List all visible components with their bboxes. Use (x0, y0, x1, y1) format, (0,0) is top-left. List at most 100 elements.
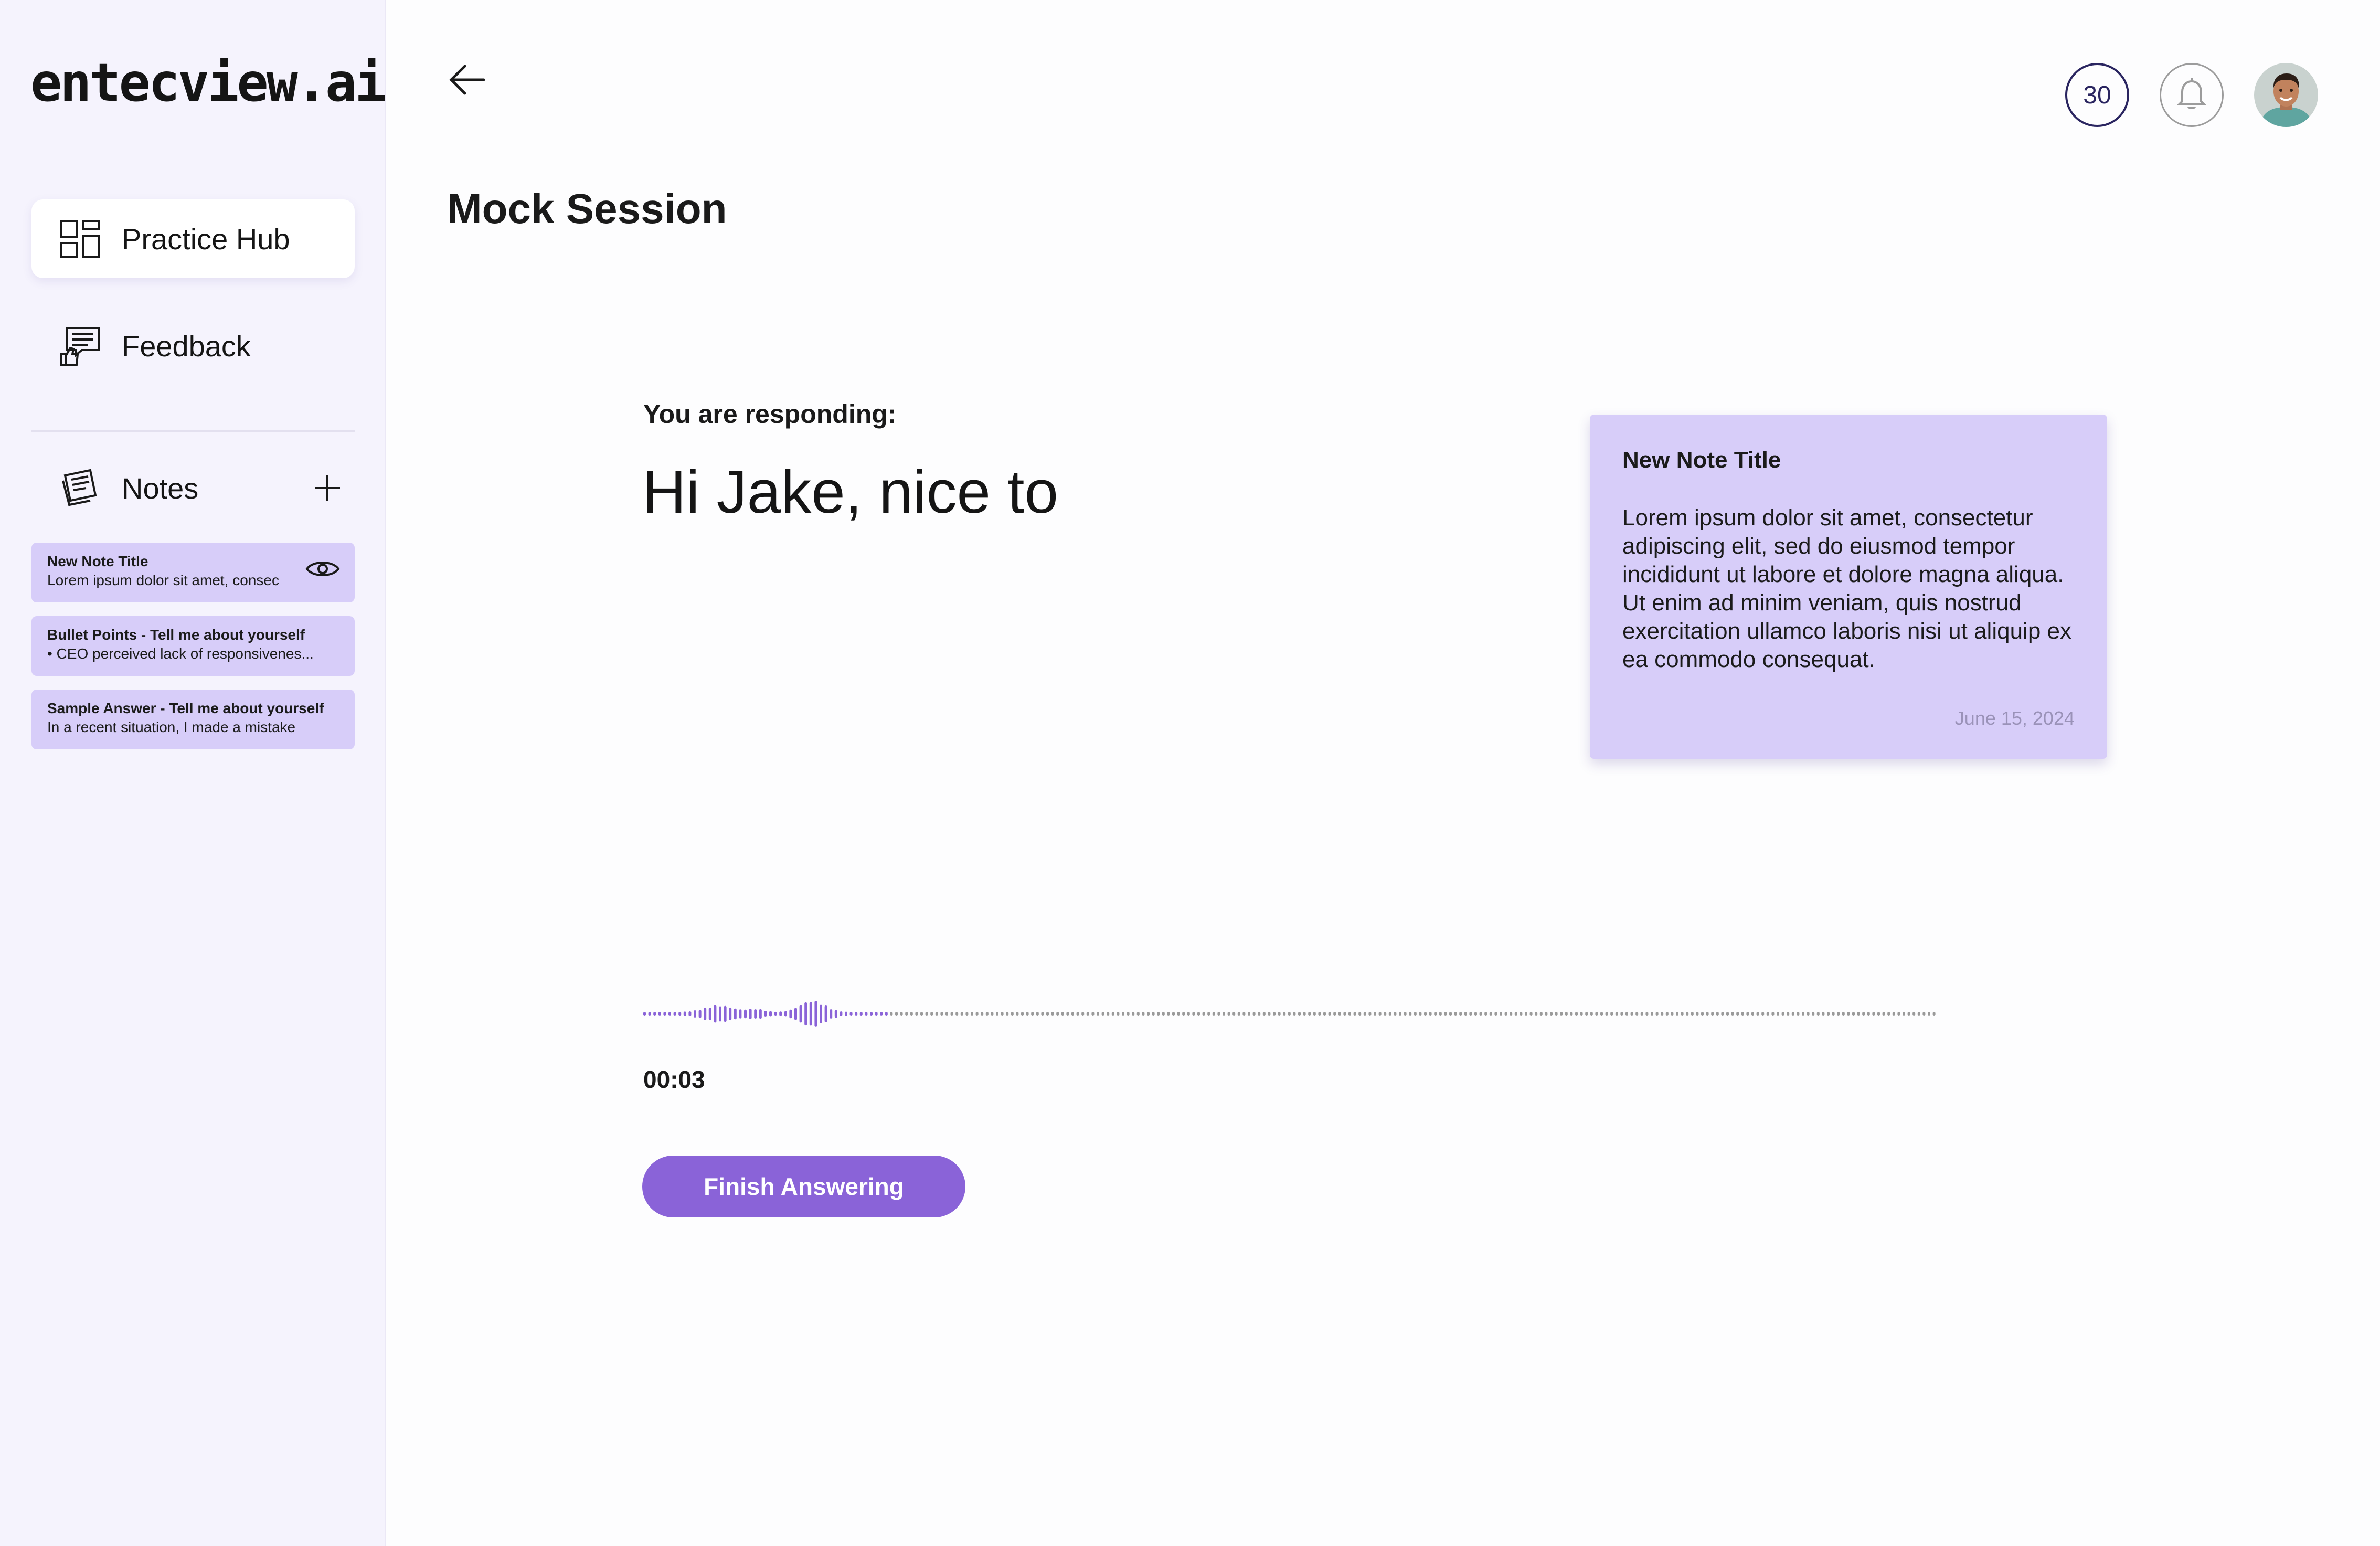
waveform-bar-pending (1877, 1012, 1880, 1016)
waveform-bar-pending (1661, 1012, 1664, 1016)
waveform-bar-pending (890, 1012, 893, 1016)
waveform-bar-played (784, 1011, 787, 1017)
waveform-bar-pending (1232, 1012, 1236, 1016)
waveform-bar-pending (1645, 1012, 1649, 1016)
waveform-bar-pending (1504, 1012, 1507, 1016)
waveform-bar-pending (1555, 1012, 1558, 1016)
credits-badge[interactable]: 30 (2065, 63, 2129, 127)
sidebar-divider (31, 430, 355, 432)
waveform-bar-pending (1912, 1012, 1916, 1016)
notifications-button[interactable] (2160, 63, 2224, 127)
waveform-bar-played (804, 1002, 808, 1026)
waveform-bar-played (668, 1012, 671, 1016)
waveform-bar-pending (1278, 1012, 1281, 1016)
waveform-bar-pending (1716, 1012, 1719, 1016)
waveform-bar-pending (1283, 1012, 1286, 1016)
waveform-bar-pending (1676, 1012, 1678, 1016)
waveform-bar-pending (1122, 1012, 1124, 1016)
waveform-bar-pending (1731, 1012, 1734, 1016)
back-arrow-icon[interactable] (446, 59, 488, 101)
waveform-bar-pending (1454, 1012, 1457, 1016)
waveform-bar-pending (1686, 1012, 1689, 1016)
waveform-bar-pending (1001, 1012, 1004, 1016)
waveform-bar-played (759, 1009, 762, 1019)
nav-practice-hub[interactable]: Practice Hub (31, 199, 355, 278)
waveform-bar-pending (1489, 1012, 1492, 1016)
add-note-icon[interactable] (311, 471, 344, 505)
waveform-bar-pending (1822, 1012, 1825, 1016)
waveform-bar-played (830, 1009, 833, 1019)
waveform-bar-pending (1630, 1012, 1633, 1016)
waveform-bar-pending (1147, 1012, 1150, 1016)
waveform-bar-pending (1565, 1012, 1568, 1016)
waveform-bar-pending (1867, 1012, 1870, 1016)
waveform-bar-pending (1136, 1012, 1140, 1016)
waveform-bar-pending (1182, 1012, 1185, 1016)
note-card[interactable]: Sample Answer - Tell me about yourself I… (31, 690, 355, 749)
waveform-bar-pending (1842, 1012, 1845, 1016)
waveform-bar-played (820, 1004, 822, 1023)
note-card-preview: In a recent situation, I made a mistake (47, 719, 296, 735)
waveform-bar-pending (1756, 1012, 1759, 1016)
waveform-bar-played (774, 1011, 777, 1016)
waveform-bar-pending (1494, 1012, 1497, 1016)
waveform-bar-pending (1852, 1012, 1855, 1016)
waveform-bar-pending (1016, 1012, 1019, 1016)
waveform-bar-played (714, 1005, 717, 1023)
waveform-bar-played (683, 1011, 686, 1016)
sidebar: entecview.ai Practice Hub Feedback Notes… (0, 0, 386, 1546)
nav-feedback[interactable]: Feedback (31, 306, 355, 385)
waveform-bar-pending (1293, 1012, 1296, 1016)
page-title: Mock Session (447, 185, 727, 232)
note-card-preview: Lorem ipsum dolor sit amet, consec (47, 572, 279, 588)
waveform-bar-pending (1655, 1012, 1659, 1016)
user-avatar[interactable] (2254, 63, 2318, 127)
waveform-bar-pending (905, 1012, 908, 1016)
waveform-bar-pending (1006, 1012, 1009, 1016)
waveform-bar-pending (1500, 1012, 1502, 1016)
waveform-bar-pending (1011, 1012, 1014, 1016)
waveform-bar-pending (1036, 1012, 1039, 1016)
notes-label: Notes (122, 471, 199, 505)
waveform-bar-pending (1736, 1012, 1739, 1016)
waveform-bar-pending (1791, 1012, 1794, 1016)
waveform-bar-pending (1721, 1012, 1724, 1016)
note-preview-title: New Note Title (1622, 447, 1781, 473)
note-card[interactable]: New Note Title Lorem ipsum dolor sit ame… (31, 543, 355, 602)
waveform-bar-pending (1248, 1012, 1250, 1016)
waveform-bar-pending (1741, 1012, 1744, 1016)
waveform-bar-pending (1318, 1012, 1321, 1016)
responding-label: You are responding: (643, 399, 897, 429)
waveform-bar-played (708, 1008, 711, 1020)
waveform-bar-pending (1771, 1012, 1775, 1016)
waveform-bar-pending (1172, 1012, 1175, 1016)
waveform-bar-pending (1665, 1012, 1669, 1016)
note-card-preview: • CEO perceived lack of responsivenes... (47, 645, 314, 662)
waveform-bar-pending (1525, 1012, 1527, 1016)
recording-timer: 00:03 (643, 1066, 705, 1093)
waveform-bar-pending (1394, 1012, 1397, 1016)
waveform-bar-pending (1474, 1012, 1477, 1016)
waveform-bar-pending (1142, 1012, 1145, 1016)
feedback-icon (59, 325, 101, 367)
waveform-bar-played (834, 1010, 837, 1018)
waveform-bar-pending (996, 1012, 998, 1016)
waveform-bar-pending (1529, 1012, 1533, 1016)
waveform-bar-pending (1671, 1012, 1674, 1016)
waveform-bar-played (744, 1009, 747, 1019)
waveform-bar-pending (1777, 1012, 1779, 1016)
eye-icon[interactable] (305, 557, 340, 580)
waveform-bar-played (678, 1011, 682, 1016)
waveform-bar-pending (1197, 1012, 1200, 1016)
waveform-bar-pending (1837, 1012, 1840, 1016)
note-card-title: New Note Title (47, 553, 148, 569)
finish-answering-button[interactable]: Finish Answering (642, 1156, 965, 1217)
waveform-bar-pending (981, 1012, 984, 1016)
note-card[interactable]: Bullet Points - Tell me about yourself •… (31, 616, 355, 676)
waveform-bar-pending (1928, 1012, 1930, 1016)
waveform-bar-played (789, 1009, 792, 1019)
waveform-bar-pending (1237, 1012, 1240, 1016)
waveform-bar-pending (1640, 1012, 1643, 1016)
waveform-bar-pending (1242, 1012, 1246, 1016)
waveform-bar-played (799, 1005, 802, 1023)
